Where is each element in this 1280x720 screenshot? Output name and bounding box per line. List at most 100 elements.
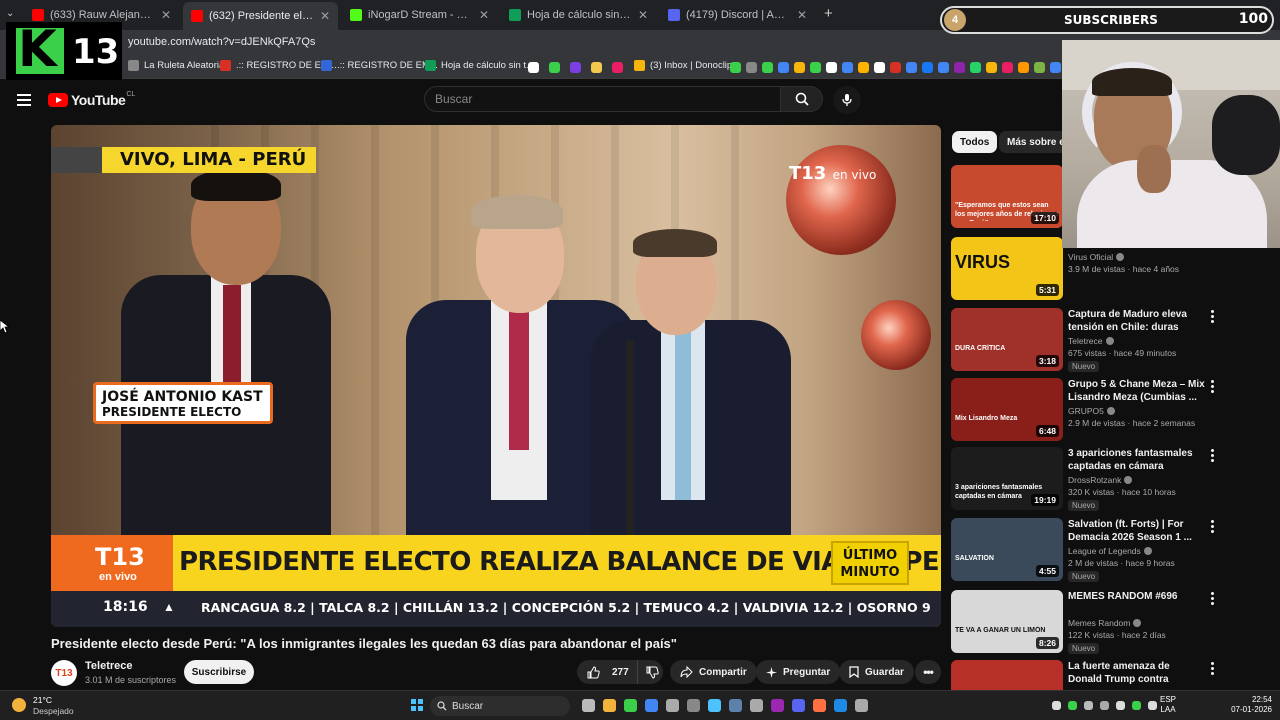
taskbar-app-icon[interactable]: [792, 699, 805, 712]
language-indicator[interactable]: ESP LAA: [1160, 695, 1176, 715]
recommended-video[interactable]: 3 apariciones fantasmales captadas en cá…: [951, 447, 1251, 513]
video-thumbnail[interactable]: FUERTE AMENAZA DE: [951, 660, 1063, 690]
youtube-logo[interactable]: YouTube CL: [48, 91, 135, 108]
search-input[interactable]: [425, 87, 780, 111]
taskbar-app-icon[interactable]: [603, 699, 616, 712]
video-thumbnail[interactable]: VIRUS 5:31: [951, 237, 1063, 300]
bookmark-item[interactable]: .:: REGISTRO DE EM...: [220, 60, 337, 71]
recommended-video[interactable]: DURA CRÍTICA 3:18 Captura de Maduro eleva …: [951, 308, 1251, 374]
taskbar-app-icon[interactable]: [750, 699, 763, 712]
video-thumbnail[interactable]: TE VA A GANAR UN LIMÓN 8:26: [951, 590, 1063, 653]
system-clock[interactable]: 22:54 07-01-2026: [1226, 695, 1272, 715]
bookmark-shortcut-icon[interactable]: [762, 62, 773, 73]
bookmark-shortcut-icon[interactable]: [1034, 62, 1045, 73]
browser-tab[interactable]: iNogarD Stream - Watch Live o ✕: [342, 4, 497, 26]
more-vertical-icon[interactable]: [1211, 662, 1215, 677]
channel-avatar[interactable]: T13: [51, 660, 77, 686]
bookmark-shortcut-icon[interactable]: [570, 62, 581, 73]
bookmark-item[interactable]: (3) Inbox | Donoclip: [634, 60, 732, 71]
recommended-video-title[interactable]: Grupo 5 & Chane Meza – Mix Lisandro Meza…: [1068, 378, 1206, 404]
dislike-button[interactable]: [638, 660, 667, 684]
weather-temperature[interactable]: 21°C: [33, 695, 52, 705]
bookmark-shortcut-icon[interactable]: [826, 62, 837, 73]
bookmark-shortcut-icon[interactable]: [730, 62, 741, 73]
bookmark-shortcut-icon[interactable]: [954, 62, 965, 73]
bookmark-shortcut-icon[interactable]: [986, 62, 997, 73]
tab-close-icon[interactable]: ✕: [797, 8, 807, 22]
video-thumbnail[interactable]: "Esperamos que estos sean los mejores añ…: [951, 165, 1063, 228]
browser-tab[interactable]: Hoja de cálculo sin título - Hoja ✕: [501, 4, 656, 26]
bookmark-shortcut-icon[interactable]: [778, 62, 789, 73]
recommended-video[interactable]: Mix Lisandro Meza 6:48 Grupo 5 & Chane Mez…: [951, 378, 1251, 444]
recommended-video-title[interactable]: MEMES RANDOM #696: [1068, 590, 1206, 603]
recommended-video[interactable]: FUERTE AMENAZA DELa fuerte amenaza de Do…: [951, 660, 1251, 690]
recommended-video-channel[interactable]: Teletrece: [1068, 336, 1114, 346]
browser-tab[interactable]: (4179) Discord | Amigos ✕: [660, 4, 815, 26]
taskbar-app-icon[interactable]: [729, 699, 742, 712]
taskbar-app-icon[interactable]: [813, 699, 826, 712]
tab-close-icon[interactable]: ✕: [479, 8, 489, 22]
more-vertical-icon[interactable]: [1211, 449, 1215, 464]
recommended-video-channel[interactable]: Memes Random: [1068, 618, 1142, 628]
bookmark-item[interactable]: .:: REGISTRO DE EM...: [321, 60, 438, 71]
bookmark-item[interactable]: Hoja de cálculo sin t...: [425, 60, 534, 71]
more-vertical-icon[interactable]: [1211, 520, 1215, 535]
video-player[interactable]: VIVO, LIMA - PERÚ T13 en vivo JOSÉ ANTON…: [51, 125, 941, 627]
video-thumbnail[interactable]: SALVATION 4:55: [951, 518, 1063, 581]
search-button[interactable]: [781, 86, 823, 112]
recommended-video-title[interactable]: Captura de Maduro eleva tensión en Chile…: [1068, 308, 1206, 334]
video-thumbnail[interactable]: Mix Lisandro Meza 6:48: [951, 378, 1063, 441]
video-thumbnail[interactable]: DURA CRÍTICA 3:18: [951, 308, 1063, 371]
taskbar-app-icon[interactable]: [666, 699, 679, 712]
bookmark-shortcut-icon[interactable]: [922, 62, 933, 73]
taskbar-search[interactable]: Buscar: [430, 696, 570, 716]
recommended-video[interactable]: TE VA A GANAR UN LIMÓN 8:26 MEMES RANDOM #…: [951, 590, 1251, 656]
taskbar-app-icon[interactable]: [645, 699, 658, 712]
system-tray-icon[interactable]: [1148, 701, 1157, 710]
more-vertical-icon[interactable]: [1211, 592, 1215, 607]
ask-button[interactable]: Preguntar: [756, 660, 841, 684]
more-vertical-icon[interactable]: [1211, 310, 1215, 325]
video-thumbnail[interactable]: 3 apariciones fantasmales captadas en cá…: [951, 447, 1063, 510]
save-button[interactable]: Guardar: [839, 660, 914, 684]
bookmark-shortcut-icon[interactable]: [591, 62, 602, 73]
weather-icon[interactable]: [12, 698, 26, 712]
tab-close-icon[interactable]: ✕: [161, 8, 171, 22]
system-tray-icon[interactable]: [1132, 701, 1141, 710]
tab-close-icon[interactable]: ✕: [320, 9, 330, 23]
bookmark-shortcut-icon[interactable]: [794, 62, 805, 73]
recommended-video-title[interactable]: Salvation (ft. Forts) | For Demacia 2026…: [1068, 518, 1206, 544]
taskbar-app-icon[interactable]: [582, 699, 595, 712]
bookmark-shortcut-icon[interactable]: [858, 62, 869, 73]
taskbar-app-icon[interactable]: [855, 699, 868, 712]
bookmark-shortcut-icon[interactable]: [746, 62, 757, 73]
system-tray-icon[interactable]: [1116, 701, 1125, 710]
filter-chip[interactable]: Todos: [952, 131, 998, 153]
tab-close-icon[interactable]: ✕: [638, 8, 648, 22]
recommended-video-title[interactable]: 3 apariciones fantasmales captadas en cá…: [1068, 447, 1206, 473]
bookmark-shortcut-icon[interactable]: [874, 62, 885, 73]
voice-search-button[interactable]: [833, 86, 861, 114]
browser-tab[interactable]: (632) Presidente electo des ✕: [183, 2, 338, 30]
bookmark-shortcut-icon[interactable]: [938, 62, 949, 73]
taskbar-app-icon[interactable]: [708, 699, 721, 712]
channel-name[interactable]: Teletrece: [85, 660, 133, 672]
recommended-video-channel[interactable]: GRUPO5: [1068, 406, 1115, 416]
bookmark-shortcut-icon[interactable]: [842, 62, 853, 73]
recommended-video[interactable]: SALVATION 4:55 Salvation (ft. Forts) | For…: [951, 518, 1251, 584]
url-field[interactable]: youtube.com/watch?v=dJENkQFA7Qs: [128, 36, 315, 48]
taskbar-app-icon[interactable]: [624, 699, 637, 712]
system-tray-icon[interactable]: [1052, 701, 1061, 710]
share-button[interactable]: Compartir: [670, 660, 757, 684]
bookmark-shortcut-icon[interactable]: [906, 62, 917, 73]
bookmark-shortcut-icon[interactable]: [1018, 62, 1029, 73]
windows-start-icon[interactable]: [411, 699, 423, 711]
taskbar-app-icon[interactable]: [834, 699, 847, 712]
bookmark-shortcut-icon[interactable]: [612, 62, 623, 73]
bookmark-shortcut-icon[interactable]: [1050, 62, 1061, 73]
bookmark-shortcut-icon[interactable]: [890, 62, 901, 73]
bookmark-shortcut-icon[interactable]: [970, 62, 981, 73]
bookmark-shortcut-icon[interactable]: [549, 62, 560, 73]
system-tray-icon[interactable]: [1084, 701, 1093, 710]
more-vertical-icon[interactable]: [1211, 380, 1215, 395]
